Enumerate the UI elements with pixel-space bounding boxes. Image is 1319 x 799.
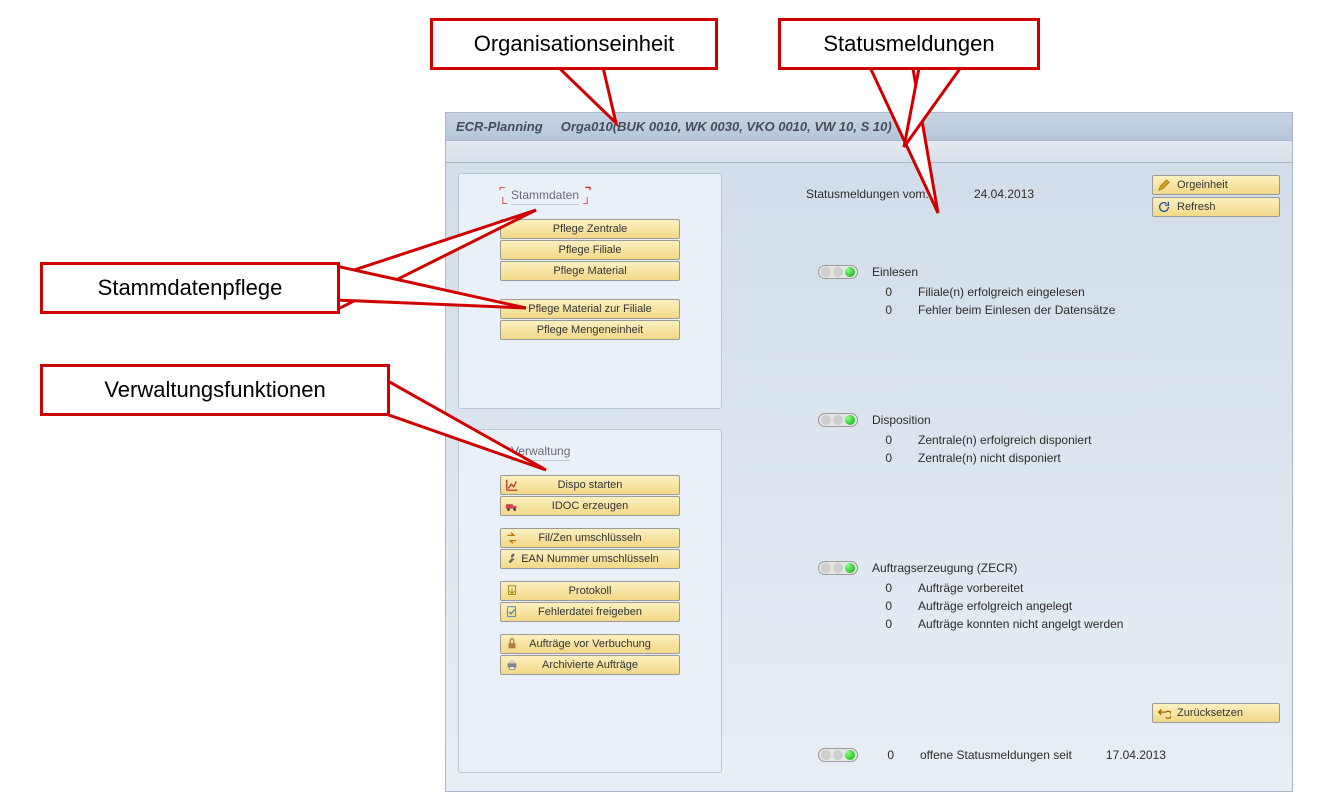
bracket-icon: ¬: [585, 182, 591, 194]
status-header-label: Statusmeldungen vom:: [806, 187, 929, 201]
status-line: 0 Filiale(n) erfolgreich eingelesen: [870, 285, 1115, 299]
button-label: Orgeinheit: [1177, 179, 1228, 191]
button-label: Archivierte Aufträge: [542, 659, 638, 671]
dispo-starten-button[interactable]: Dispo starten: [500, 475, 680, 495]
sap-window: ECR-Planning Orga010(BUK 0010, WK 0030, …: [445, 112, 1293, 792]
status-count: 0: [870, 599, 892, 613]
button-label: Fil/Zen umschlüsseln: [538, 532, 641, 544]
top-button-group: Orgeinheit Refresh: [1152, 175, 1280, 217]
traffic-light-icon: [818, 265, 858, 279]
pflege-material-filiale-button[interactable]: Pflege Material zur Filiale: [500, 299, 680, 319]
truck-icon: [505, 499, 519, 513]
button-label: IDOC erzeugen: [552, 500, 628, 512]
app-name: ECR-Planning: [456, 119, 543, 134]
status-text: offene Statusmeldungen seit: [920, 748, 1072, 762]
group-verwaltung: Verwaltung Dispo starten IDOC erzeugen F…: [458, 429, 722, 773]
protokoll-button[interactable]: Protokoll: [500, 581, 680, 601]
status-date: 24.04.2013: [974, 187, 1034, 201]
document-check-icon: [505, 605, 519, 619]
undo-icon: [1157, 706, 1171, 720]
status-auftragserzeugung: Auftragserzeugung (ZECR) 0 Aufträge vorbe…: [818, 561, 1123, 631]
button-label: Refresh: [1177, 201, 1216, 213]
status-since-date: 17.04.2013: [1106, 748, 1166, 762]
fehlerdatei-freigeben-button[interactable]: Fehlerdatei freigeben: [500, 602, 680, 622]
refresh-icon: [1157, 200, 1171, 214]
status-title: Auftragserzeugung (ZECR): [872, 561, 1017, 575]
status-line: 0 Aufträge vorbereitet: [870, 581, 1123, 595]
group-title-verwaltung: Verwaltung: [511, 444, 570, 461]
orgeinheit-button[interactable]: Orgeinheit: [1152, 175, 1280, 195]
pflege-zentrale-button[interactable]: Pflege Zentrale: [500, 219, 680, 239]
traffic-light-icon: [818, 561, 858, 575]
status-count: 0: [870, 433, 892, 447]
button-label: Aufträge vor Verbuchung: [529, 638, 651, 650]
status-count: 0: [870, 285, 892, 299]
printer-icon: [505, 658, 519, 672]
group-stammdaten: ⌐ ¬ └ ┘ Stammdaten Pflege Zentrale Pfleg…: [458, 173, 722, 409]
status-text: Filiale(n) erfolgreich eingelesen: [918, 285, 1085, 299]
status-line: 0 Zentrale(n) erfolgreich disponiert: [870, 433, 1091, 447]
archivierte-auftraege-button[interactable]: Archivierte Aufträge: [500, 655, 680, 675]
group-title-stammdaten: ⌐ ¬ └ ┘ Stammdaten: [511, 188, 579, 205]
pflege-filiale-button[interactable]: Pflege Filiale: [500, 240, 680, 260]
button-label: Dispo starten: [558, 479, 623, 491]
callout-verwaltungsfunktionen: Verwaltungsfunktionen: [40, 364, 390, 416]
ean-umschluesseln-button[interactable]: EAN Nummer umschlüsseln: [500, 549, 680, 569]
status-text: Fehler beim Einlesen der Datensätze: [918, 303, 1115, 317]
pencil-icon: [1157, 178, 1171, 192]
toolbar-area: [446, 141, 1292, 163]
refresh-button[interactable]: Refresh: [1152, 197, 1280, 217]
titlebar: ECR-Planning Orga010(BUK 0010, WK 0030, …: [446, 113, 1292, 141]
status-count: 0: [872, 748, 894, 762]
status-offen: 0 offene Statusmeldungen seit 17.04.2013: [818, 748, 1166, 762]
status-count: 0: [870, 303, 892, 317]
status-text: Zentrale(n) nicht disponiert: [918, 451, 1061, 465]
swap-icon: [505, 531, 519, 545]
group-title-label: Stammdaten: [511, 188, 579, 202]
status-count: 0: [870, 617, 892, 631]
traffic-light-icon: [818, 748, 858, 762]
traffic-light-icon: [818, 413, 858, 427]
wrench-icon: [505, 552, 519, 566]
callout-organisationseinheit: Organisationseinheit: [430, 18, 718, 70]
content-area: ⌐ ¬ └ ┘ Stammdaten Pflege Zentrale Pfleg…: [446, 163, 1292, 791]
status-einlesen: Einlesen 0 Filiale(n) erfolgreich eingele…: [818, 265, 1115, 317]
zuruecksetzen-button[interactable]: Zurücksetzen: [1152, 703, 1280, 723]
status-line: 0 Fehler beim Einlesen der Datensätze: [870, 303, 1115, 317]
status-text: Aufträge vorbereitet: [918, 581, 1023, 595]
status-count: 0: [870, 581, 892, 595]
lock-icon: [505, 637, 519, 651]
bracket-icon: ⌐: [499, 182, 505, 194]
status-disposition: Disposition 0 Zentrale(n) erfolgreich dis…: [818, 413, 1091, 465]
status-text: Aufträge konnten nicht angelgt werden: [918, 617, 1123, 631]
button-label: Protokoll: [569, 585, 612, 597]
callout-stammdatenpflege: Stammdatenpflege: [40, 262, 340, 314]
title-org-unit: Orga010(BUK 0010, WK 0030, VKO 0010, VW …: [561, 119, 892, 134]
status-title: Einlesen: [872, 265, 918, 279]
button-label: EAN Nummer umschlüsseln: [521, 553, 659, 565]
status-text: Zentrale(n) erfolgreich disponiert: [918, 433, 1091, 447]
pflege-material-button[interactable]: Pflege Material: [500, 261, 680, 281]
document-arrow-icon: [505, 584, 519, 598]
status-text: Aufträge erfolgreich angelegt: [918, 599, 1072, 613]
button-label: Zurücksetzen: [1177, 707, 1243, 719]
status-line: 0 Aufträge konnten nicht angelgt werden: [870, 617, 1123, 631]
status-title: Disposition: [872, 413, 931, 427]
auftraege-vor-verbuchung-button[interactable]: Aufträge vor Verbuchung: [500, 634, 680, 654]
callout-statusmeldungen: Statusmeldungen: [778, 18, 1040, 70]
button-label: Fehlerdatei freigeben: [538, 606, 642, 618]
bracket-icon: └: [499, 198, 507, 210]
status-count: 0: [870, 451, 892, 465]
reset-button-wrap: Zurücksetzen: [1152, 703, 1280, 723]
chart-icon: [505, 478, 519, 492]
status-line: 0 Aufträge erfolgreich angelegt: [870, 599, 1123, 613]
pflege-mengeneinheit-button[interactable]: Pflege Mengeneinheit: [500, 320, 680, 340]
idoc-erzeugen-button[interactable]: IDOC erzeugen: [500, 496, 680, 516]
status-line: 0 Zentrale(n) nicht disponiert: [870, 451, 1091, 465]
filzen-umschluesseln-button[interactable]: Fil/Zen umschlüsseln: [500, 528, 680, 548]
bracket-icon: ┘: [583, 198, 591, 210]
